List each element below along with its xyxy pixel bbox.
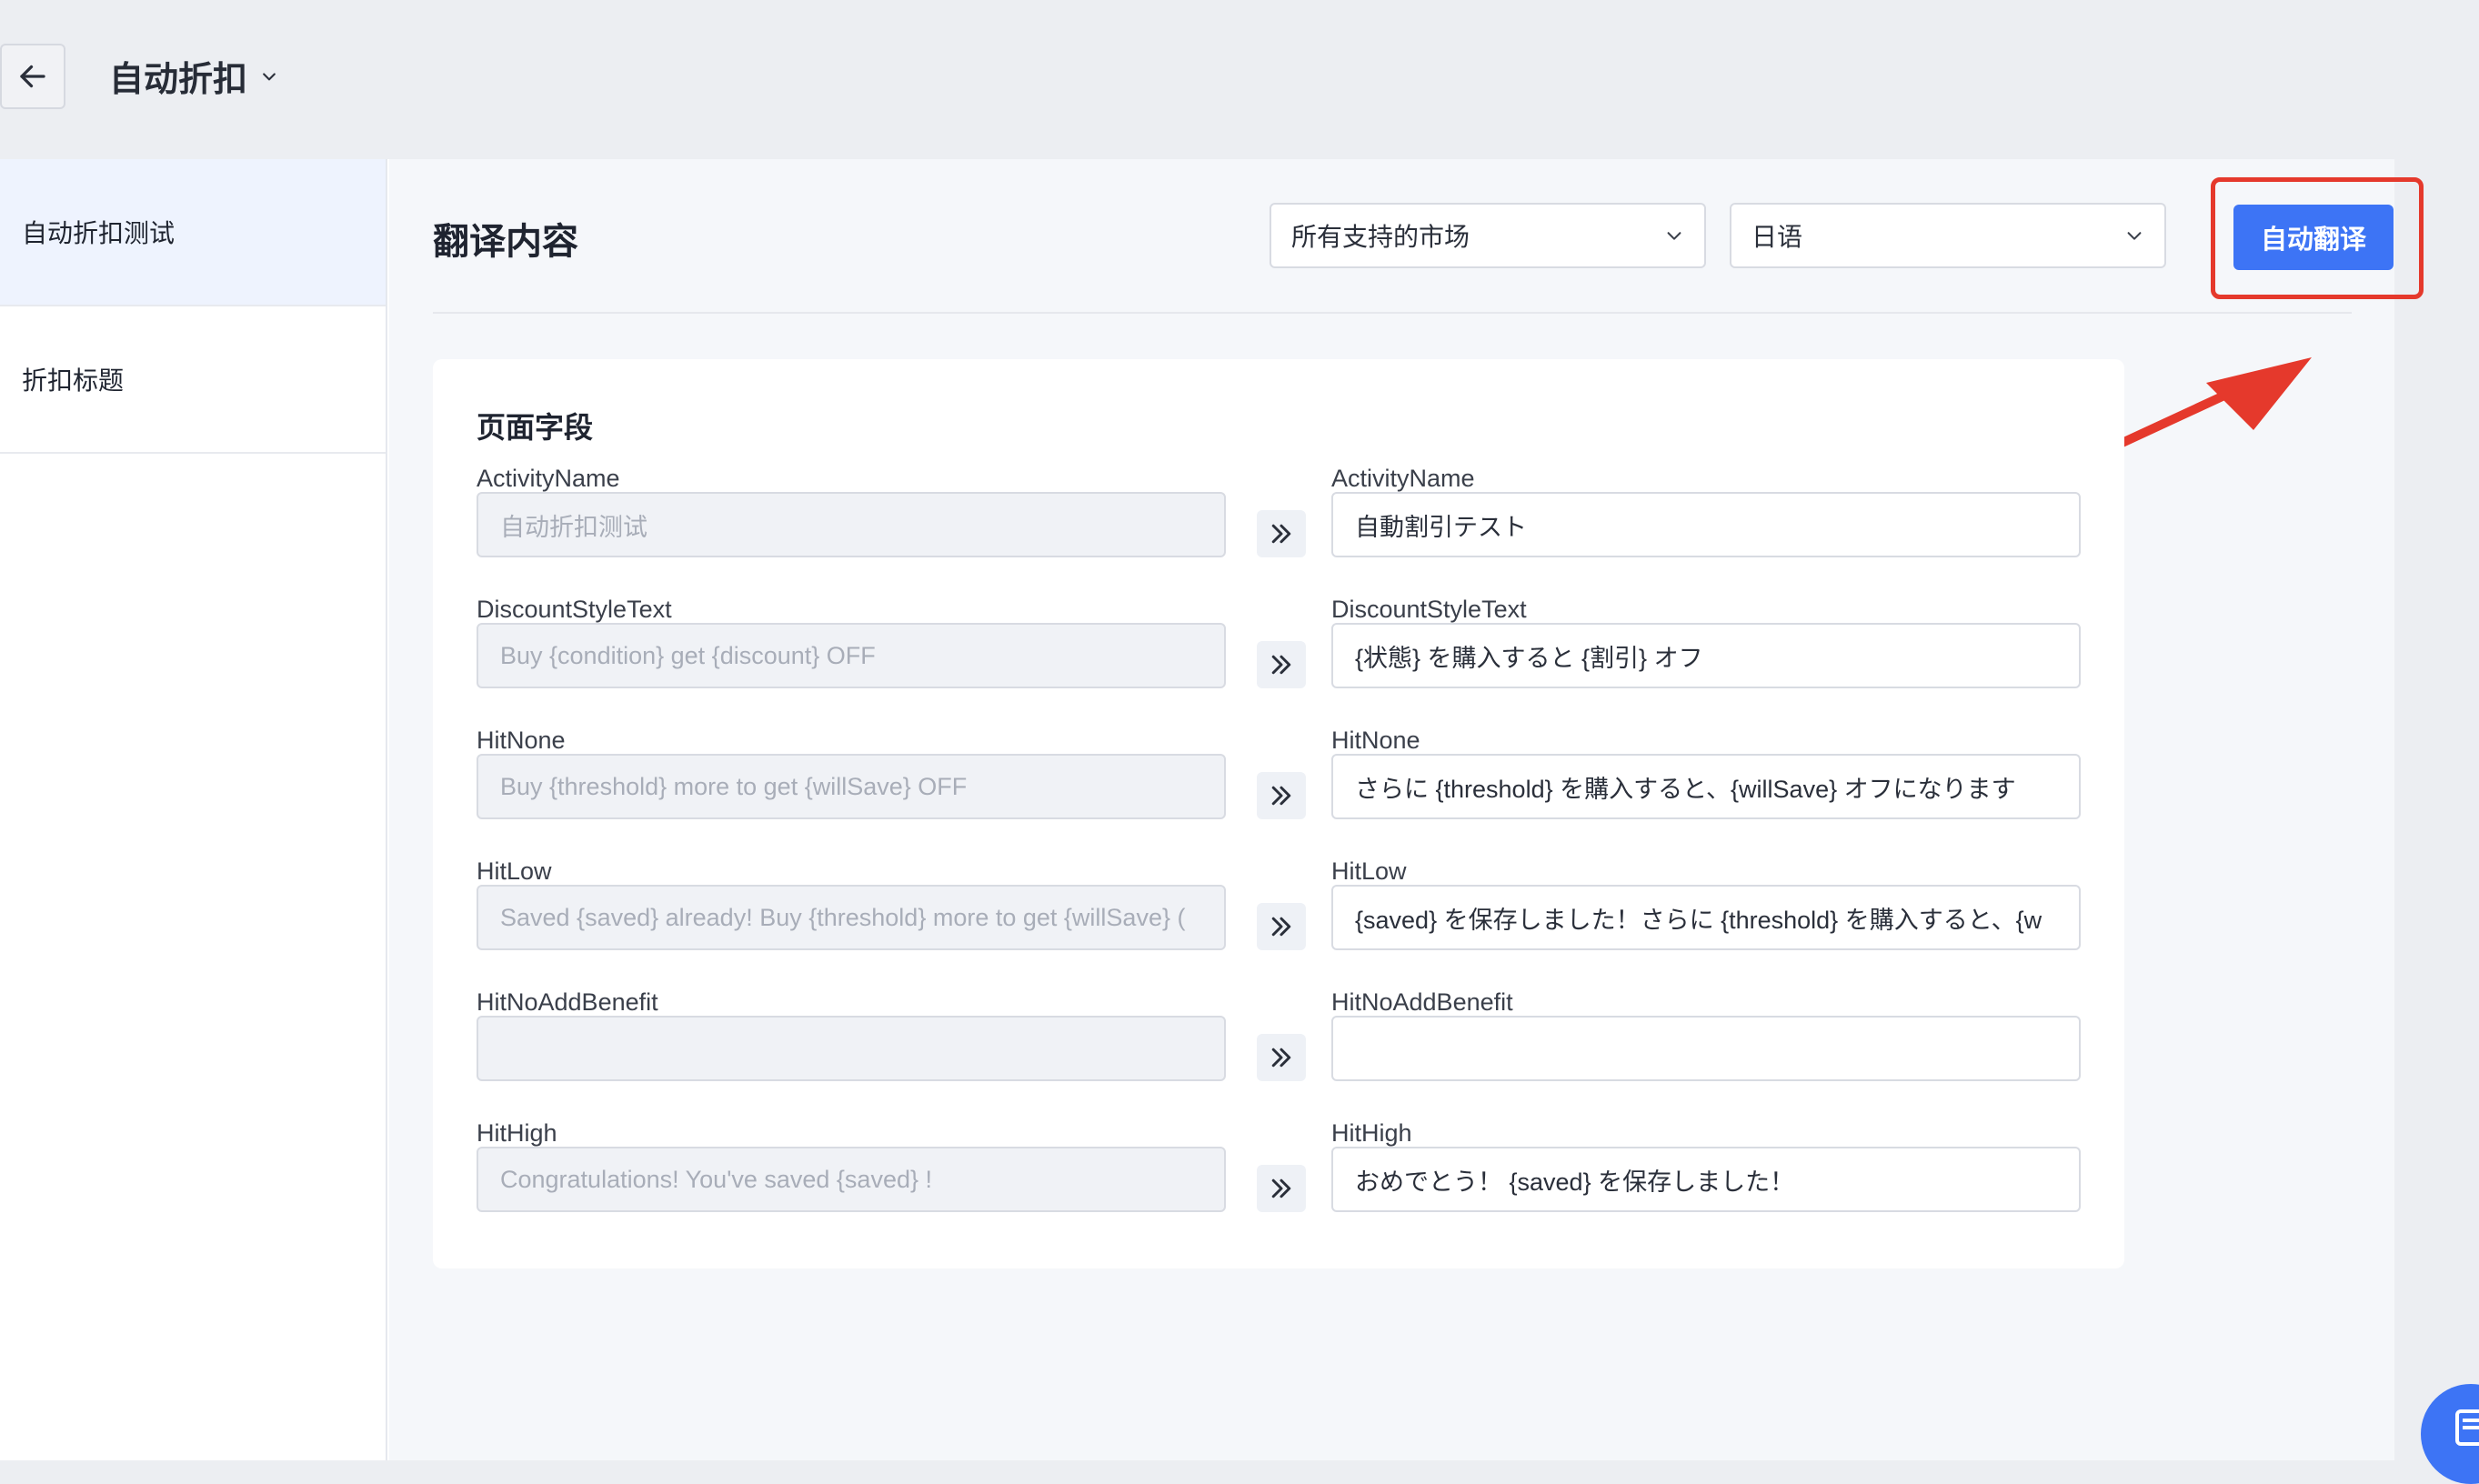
source-field-label: HitNone xyxy=(477,727,566,754)
floating-help-button[interactable] xyxy=(2421,1384,2479,1484)
double-chevron-right-icon xyxy=(1271,1048,1291,1068)
source-field-label: HitHigh xyxy=(477,1119,557,1147)
source-field: Buy {threshold} more to get {willSave} O… xyxy=(477,754,1226,819)
top-bar: 自动折扣 xyxy=(0,0,2479,159)
target-field-input[interactable]: さらに {threshold} を購入すると、{willSave} オフになりま… xyxy=(1331,754,2081,819)
market-select[interactable]: 所有支持的市场 xyxy=(1270,203,1706,268)
source-field-label: DiscountStyleText xyxy=(477,596,672,623)
double-chevron-right-icon xyxy=(1271,655,1291,675)
source-field-label: ActivityName xyxy=(477,465,620,492)
page-title: 自动折扣 xyxy=(109,61,248,99)
card-title: 页面字段 xyxy=(477,411,594,444)
target-field-label: HitHigh xyxy=(1331,1119,1412,1147)
field-row: ActivityName ActivityName 自动折扣测试 自動割引テスト xyxy=(477,465,2083,596)
language-select-value: 日语 xyxy=(1751,223,1803,251)
target-field-input[interactable]: {saved} を保存しました！さらに {threshold} を購入すると、{… xyxy=(1331,885,2081,950)
chevron-down-icon xyxy=(2127,232,2142,240)
target-field-label: ActivityName xyxy=(1331,465,1475,492)
sidebar-item-discount-title[interactable]: 折扣标题 xyxy=(0,306,386,454)
source-field: Saved {saved} already! Buy {threshold} m… xyxy=(477,885,1226,950)
target-field-input[interactable]: 自動割引テスト xyxy=(1331,492,2081,557)
source-field xyxy=(477,1016,1226,1081)
document-icon xyxy=(2455,1409,2479,1446)
sidebar: 自动折扣测试 折扣标题 xyxy=(0,159,387,1460)
field-row: HitLow HitLow Saved {saved} already! Buy… xyxy=(477,857,2083,988)
field-row: HitHigh HitHigh Congratulations! You've … xyxy=(477,1119,2083,1250)
auto-translate-button[interactable]: 自动翻译 xyxy=(2233,205,2394,270)
copy-to-target-button[interactable] xyxy=(1257,903,1306,950)
target-field-input[interactable] xyxy=(1331,1016,2081,1081)
copy-to-target-button[interactable] xyxy=(1257,641,1306,688)
language-select[interactable]: 日语 xyxy=(1730,203,2166,268)
main-panel: 自动折扣测试 折扣标题 翻译内容 所有支持的市场 日语 自动翻译 页面字段 Ac… xyxy=(0,159,2424,1460)
source-field: 自动折扣测试 xyxy=(477,492,1226,557)
target-field-label: HitLow xyxy=(1331,857,1407,885)
target-field-input[interactable]: おめでとう！ {saved} を保存しました！ xyxy=(1331,1147,2081,1212)
target-field-label: HitNoAddBenefit xyxy=(1331,988,1513,1016)
sidebar-item-label: 自动折扣测试 xyxy=(22,219,176,247)
page-fields-card: 页面字段 ActivityName ActivityName 自动折扣测试 自動… xyxy=(433,359,2124,1268)
page-title-dropdown[interactable]: 自动折扣 xyxy=(109,51,278,101)
chevron-down-icon xyxy=(1667,232,1681,240)
source-field-label: HitNoAddBenefit xyxy=(477,988,658,1016)
target-field-label: HitNone xyxy=(1331,727,1420,754)
market-select-value: 所有支持的市场 xyxy=(1291,223,1470,251)
source-field: Congratulations! You've saved {saved} ! xyxy=(477,1147,1226,1212)
content-area: 翻译内容 所有支持的市场 日语 自动翻译 页面字段 ActivityName A… xyxy=(389,159,2424,1460)
sidebar-item-label: 折扣标题 xyxy=(22,366,125,395)
source-field: Buy {condition} get {discount} OFF xyxy=(477,623,1226,688)
copy-to-target-button[interactable] xyxy=(1257,772,1306,819)
field-row: HitNone HitNone Buy {threshold} more to … xyxy=(477,727,2083,857)
double-chevron-right-icon xyxy=(1271,917,1291,937)
field-row: HitNoAddBenefit HitNoAddBenefit xyxy=(477,988,2083,1119)
source-field-label: HitLow xyxy=(477,857,552,885)
double-chevron-right-icon xyxy=(1271,1178,1291,1198)
section-title: 翻译内容 xyxy=(433,222,578,262)
target-field-input[interactable]: {状態} を購入すると {割引} オフ xyxy=(1331,623,2081,688)
copy-to-target-button[interactable] xyxy=(1257,1034,1306,1081)
copy-to-target-button[interactable] xyxy=(1257,510,1306,557)
content-header: 翻译内容 所有支持的市场 日语 自动翻译 xyxy=(433,159,2424,571)
copy-to-target-button[interactable] xyxy=(1257,1165,1306,1212)
sidebar-item-auto-discount-test[interactable]: 自动折扣测试 xyxy=(0,159,386,306)
double-chevron-right-icon xyxy=(1271,786,1291,806)
target-field-label: DiscountStyleText xyxy=(1331,596,1527,623)
back-button[interactable] xyxy=(0,44,65,109)
annotation-arrow-head xyxy=(2206,357,2312,430)
field-row: DiscountStyleText DiscountStyleText Buy … xyxy=(477,596,2083,727)
chevron-down-icon xyxy=(263,72,276,80)
field-rows: ActivityName ActivityName 自动折扣测试 自動割引テスト… xyxy=(477,465,2083,1250)
arrow-left-icon xyxy=(20,65,45,88)
double-chevron-right-icon xyxy=(1271,524,1291,544)
